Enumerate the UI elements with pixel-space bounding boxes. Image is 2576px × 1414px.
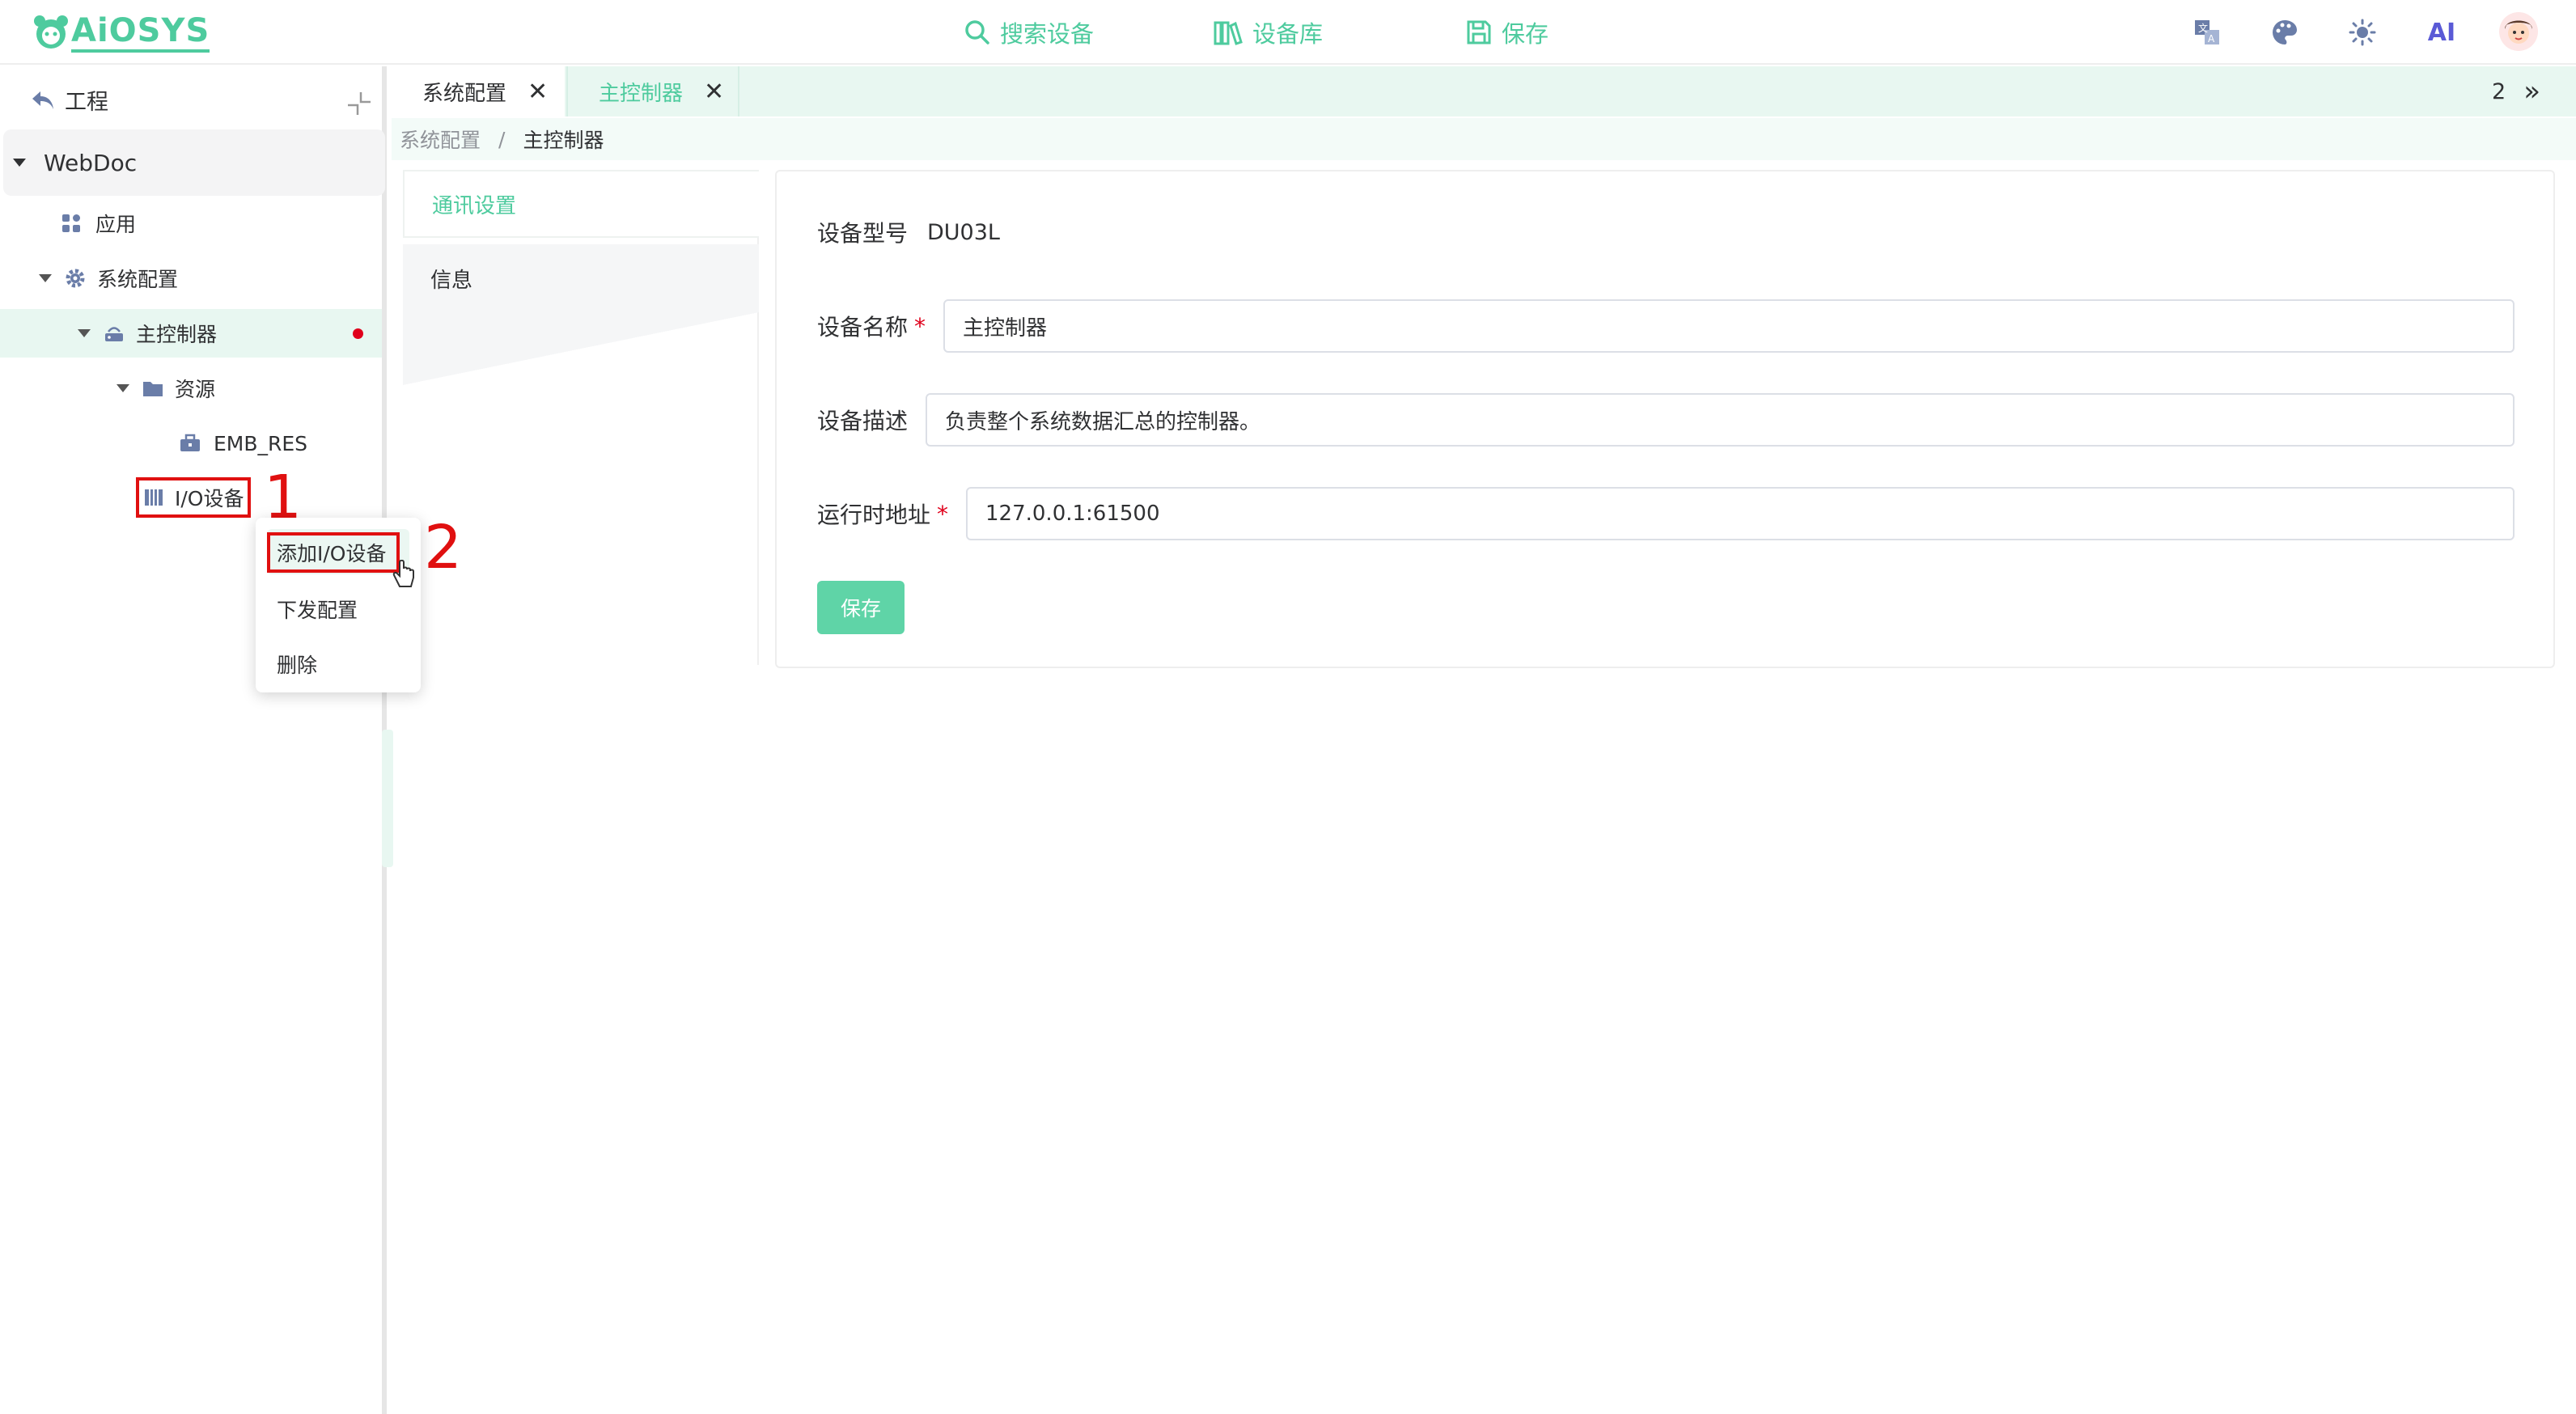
device-form-card: 设备型号 DU03L 设备名称* 设备描述 运行时地址* 保存	[775, 170, 2555, 668]
io-device-icon	[145, 489, 163, 506]
nav-save[interactable]: 保存	[1466, 0, 1549, 65]
gear-icon	[66, 269, 85, 288]
tab-overflow[interactable]: 2 »	[2492, 66, 2540, 116]
breadcrumb-parent[interactable]: 系统配置	[400, 125, 481, 154]
folder-icon	[143, 382, 163, 396]
close-icon[interactable]: ✕	[704, 78, 724, 106]
logo-text: AiOSYS	[71, 12, 210, 53]
tree-node-resource[interactable]: 资源	[117, 364, 215, 413]
device-name-label: 设备名称 *	[817, 299, 926, 353]
tree-node-label: 应用	[95, 213, 137, 236]
device-desc-label: 设备描述	[817, 408, 909, 434]
library-icon	[1214, 21, 1243, 45]
device-name-input[interactable]	[943, 299, 2515, 353]
toolbox-icon	[180, 434, 200, 451]
save-button[interactable]: 保存	[817, 581, 905, 634]
breadcrumb: 系统配置 / 主控制器	[392, 118, 2576, 160]
menu-item-delete[interactable]: 删除	[277, 644, 317, 684]
nav-search-device[interactable]: 搜索设备	[964, 0, 1094, 65]
app-header: AiOSYS 搜索设备 设备库 保存 文A AI	[0, 0, 2576, 65]
controller-icon	[105, 327, 123, 341]
svg-text:文: 文	[2198, 22, 2208, 34]
breadcrumb-current: 主控制器	[523, 129, 604, 152]
tree-node-io-device[interactable]: I/O设备	[136, 477, 251, 518]
caret-down-icon	[78, 329, 91, 337]
menu-item-deploy-config[interactable]: 下发配置	[277, 589, 358, 629]
device-model-value: DU03L	[927, 219, 1000, 245]
resize-handle[interactable]	[382, 730, 393, 867]
menu-decoration	[403, 312, 759, 385]
context-menu: 添加I/O设备 下发配置 删除	[256, 518, 421, 692]
save-icon	[1467, 20, 1491, 44]
tree-node-system-config[interactable]: 系统配置	[39, 254, 178, 303]
tree-node-main-controller[interactable]: 主控制器	[0, 309, 382, 358]
logo[interactable]: AiOSYS	[32, 10, 210, 55]
tree-node-label: WebDoc	[44, 149, 138, 176]
unsaved-dot	[353, 328, 363, 339]
palette-icon	[2273, 20, 2297, 44]
back-arrow-icon	[32, 91, 53, 109]
tab-label: 主控制器	[599, 81, 684, 106]
tree-node-label: I/O设备	[175, 487, 244, 510]
settings-menu: 通讯设置 信息	[403, 170, 759, 665]
menu-info[interactable]: 信息	[403, 244, 759, 312]
tab-bar: 系统配置 ✕ 主控制器 ✕ 2 »	[392, 66, 2576, 116]
sun-icon	[2349, 19, 2376, 46]
light-mode-button[interactable]	[2346, 16, 2379, 49]
menu-item-add-io-device[interactable]: 添加I/O设备	[277, 532, 386, 573]
tree-node-emb-res[interactable]: EMB_RES	[180, 419, 307, 468]
caret-down-icon	[117, 384, 129, 392]
caret-down-icon	[39, 274, 52, 282]
project-label: 工程	[65, 90, 108, 115]
label-text: 运行时地址	[817, 502, 931, 528]
tree-node-label: 系统配置	[97, 268, 179, 291]
tab-system-config[interactable]: 系统配置 ✕	[392, 66, 565, 116]
caret-down-icon	[13, 159, 26, 167]
tree-node-label: EMB_RES	[214, 431, 308, 455]
tab-count: 2	[2492, 78, 2506, 104]
bear-logo-icon	[34, 15, 68, 49]
menu-comm-settings[interactable]: 通讯设置	[403, 170, 759, 238]
translate-button[interactable]: 文A	[2191, 16, 2223, 49]
apps-grid-icon	[62, 214, 80, 232]
runtime-address-input[interactable]	[966, 487, 2515, 540]
tab-main-controller[interactable]: 主控制器 ✕	[566, 66, 739, 116]
ai-assistant-button[interactable]: AI	[2426, 16, 2458, 49]
tree-node-app[interactable]: 应用	[61, 199, 136, 248]
nav-device-library-label: 设备库	[1252, 20, 1324, 48]
tree-node-webdoc[interactable]: WebDoc	[3, 129, 385, 196]
close-icon[interactable]: ✕	[527, 78, 548, 106]
required-mark: *	[937, 500, 949, 527]
tree-node-label: 资源	[175, 378, 216, 401]
avatar-icon	[2499, 12, 2538, 51]
tab-label: 系统配置	[422, 81, 507, 106]
project-sidebar: 工程 WebDoc 应用 系统配置 主控制器 资源 EMB_RES I/O设备 …	[0, 66, 393, 1414]
project-back-button[interactable]: 工程	[31, 84, 108, 116]
theme-palette-button[interactable]	[2269, 16, 2301, 49]
runtime-address-label: 运行时地址 *	[817, 487, 948, 540]
user-avatar[interactable]	[2498, 11, 2539, 52]
required-mark: *	[914, 312, 926, 340]
double-chevron-right-icon[interactable]: »	[2523, 75, 2540, 108]
breadcrumb-separator: /	[498, 127, 506, 151]
device-model-label: 设备型号	[817, 220, 909, 247]
translate-icon: 文A	[2195, 20, 2219, 44]
nav-search-device-label: 搜索设备	[1000, 20, 1095, 48]
nav-save-label: 保存	[1502, 20, 1549, 48]
label-text: 设备名称	[817, 314, 909, 341]
collapse-icon[interactable]	[346, 91, 372, 116]
device-desc-input[interactable]	[926, 393, 2515, 447]
svg-text:A: A	[2208, 33, 2215, 44]
nav-device-library[interactable]: 设备库	[1214, 0, 1323, 65]
ai-label: AI	[2427, 18, 2456, 47]
search-icon	[965, 20, 989, 44]
tree-node-label: 主控制器	[136, 323, 218, 346]
